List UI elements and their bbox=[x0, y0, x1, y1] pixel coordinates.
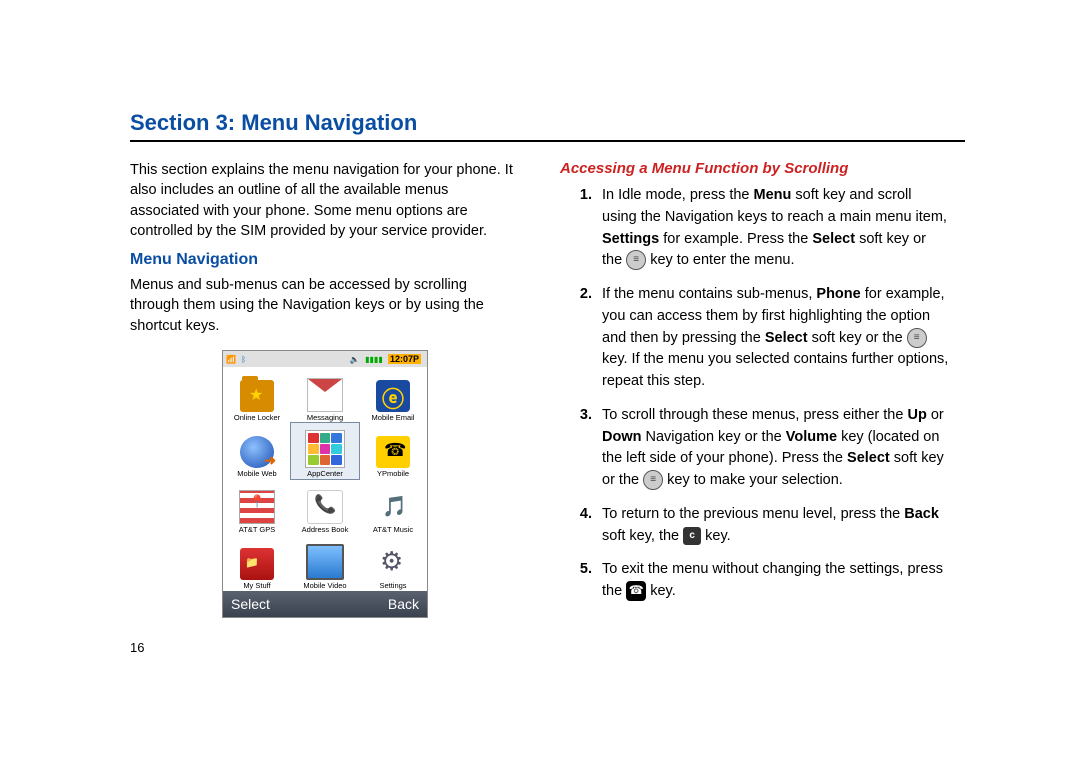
app-ypmobile: YPmobile bbox=[359, 423, 427, 479]
music-icon bbox=[376, 492, 410, 524]
section-title: Section 3: Menu Navigation bbox=[130, 110, 965, 142]
intro-paragraph: This section explains the menu navigatio… bbox=[130, 160, 520, 241]
page-number: 16 bbox=[130, 640, 520, 655]
ok-key-icon bbox=[907, 328, 927, 348]
right-column: Accessing a Menu Function by Scrolling I… bbox=[560, 160, 950, 655]
app-address-book: Address Book bbox=[291, 479, 359, 535]
step-2: If the menu contains sub-menus, Phone fo… bbox=[596, 284, 950, 393]
status-bar: 📶 ᛒ 🔈 ▮▮▮▮ 12:07P bbox=[223, 351, 427, 367]
app-online-locker: Online Locker bbox=[223, 367, 291, 423]
folder-icon bbox=[240, 380, 274, 412]
app-mobile-video: Mobile Video bbox=[291, 535, 359, 591]
phone-screenshot: 📶 ᛒ 🔈 ▮▮▮▮ 12:07P Online Locker Messagin… bbox=[222, 350, 428, 618]
step-3: To scroll through these menus, press eit… bbox=[596, 405, 950, 492]
signal-icon: 📶 bbox=[226, 355, 236, 364]
yellowpages-icon bbox=[376, 436, 410, 468]
softkey-left: Select bbox=[231, 596, 270, 612]
manual-page: Section 3: Menu Navigation This section … bbox=[0, 0, 1080, 655]
ok-key-icon bbox=[643, 470, 663, 490]
gear-icon bbox=[376, 548, 410, 580]
status-right-icons: 🔈 ▮▮▮▮ 12:07P bbox=[350, 354, 424, 364]
step-4: To return to the previous menu level, pr… bbox=[596, 504, 950, 548]
back-key-icon bbox=[683, 527, 701, 545]
status-left-icons: 📶 ᛒ bbox=[226, 354, 249, 363]
map-icon bbox=[239, 490, 275, 524]
app-mobile-email: Mobile Email bbox=[359, 367, 427, 423]
grid-icon bbox=[305, 430, 345, 468]
box-icon bbox=[240, 548, 274, 580]
app-att-gps: AT&T GPS bbox=[223, 479, 291, 535]
clock: 12:07P bbox=[388, 354, 421, 364]
battery-icon: ▮▮▮▮ bbox=[365, 355, 383, 364]
email-icon bbox=[376, 380, 410, 412]
menu-nav-paragraph: Menus and sub-menus can be accessed by s… bbox=[130, 275, 520, 336]
softkey-bar: Select Back bbox=[223, 591, 427, 617]
softkey-right: Back bbox=[388, 596, 419, 612]
tv-icon bbox=[306, 544, 344, 580]
step-5: To exit the menu without changing the se… bbox=[596, 559, 950, 603]
ok-key-icon bbox=[626, 250, 646, 270]
step-1: In Idle mode, press the Menu soft key an… bbox=[596, 185, 950, 272]
subheading-scrolling: Accessing a Menu Function by Scrolling bbox=[560, 160, 950, 177]
sound-icon: 🔈 bbox=[350, 355, 360, 364]
steps-list: In Idle mode, press the Menu soft key an… bbox=[560, 185, 950, 603]
two-column-layout: This section explains the menu navigatio… bbox=[130, 160, 965, 655]
left-column: This section explains the menu navigatio… bbox=[130, 160, 520, 655]
bluetooth-icon: ᛒ bbox=[241, 355, 246, 364]
envelope-icon bbox=[307, 378, 343, 412]
app-my-stuff: My Stuff bbox=[223, 535, 291, 591]
end-key-icon bbox=[626, 581, 646, 601]
app-messaging: Messaging bbox=[291, 367, 359, 423]
globe-icon bbox=[240, 436, 274, 468]
app-settings: Settings bbox=[359, 535, 427, 591]
app-mobile-web: Mobile Web bbox=[223, 423, 291, 479]
subheading-menu-navigation: Menu Navigation bbox=[130, 251, 520, 269]
app-grid: Online Locker Messaging Mobile Email Mob… bbox=[223, 367, 427, 591]
app-appcenter: AppCenter bbox=[290, 422, 360, 480]
phone-icon bbox=[307, 490, 343, 524]
app-att-music: AT&T Music bbox=[359, 479, 427, 535]
